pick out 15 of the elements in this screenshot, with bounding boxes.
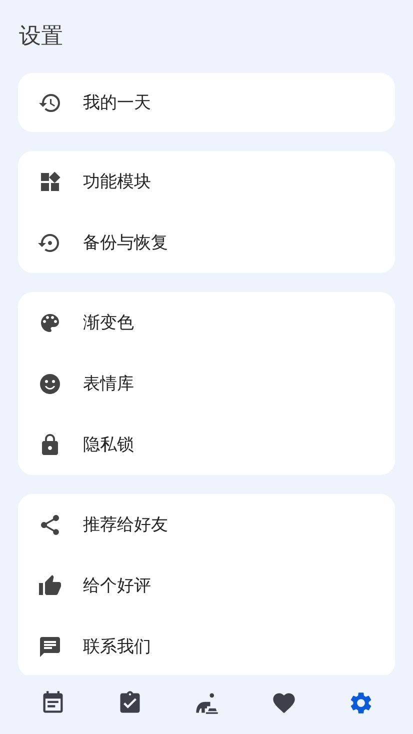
settings-item[interactable]: 表情库 <box>18 353 395 414</box>
settings-item[interactable]: 备份与恢复 <box>18 212 395 273</box>
settings-item[interactable]: 隐私锁 <box>18 414 395 475</box>
settings-item[interactable]: 给个好评 <box>18 555 395 616</box>
thumbs-up-icon <box>38 574 62 598</box>
settings-item[interactable]: 渐变色 <box>18 292 395 353</box>
share-icon <box>38 512 62 536</box>
chat-icon <box>38 634 62 658</box>
widgets-icon <box>38 170 62 194</box>
settings-item[interactable]: 功能模块 <box>18 151 395 212</box>
page-title: 设置 <box>18 23 63 49</box>
settings-item[interactable]: 联系我们 <box>18 616 395 675</box>
settings-item[interactable]: 推荐给好友 <box>18 494 395 555</box>
smiley-icon <box>38 372 62 396</box>
settings-item[interactable]: 我的一天 <box>18 73 395 132</box>
